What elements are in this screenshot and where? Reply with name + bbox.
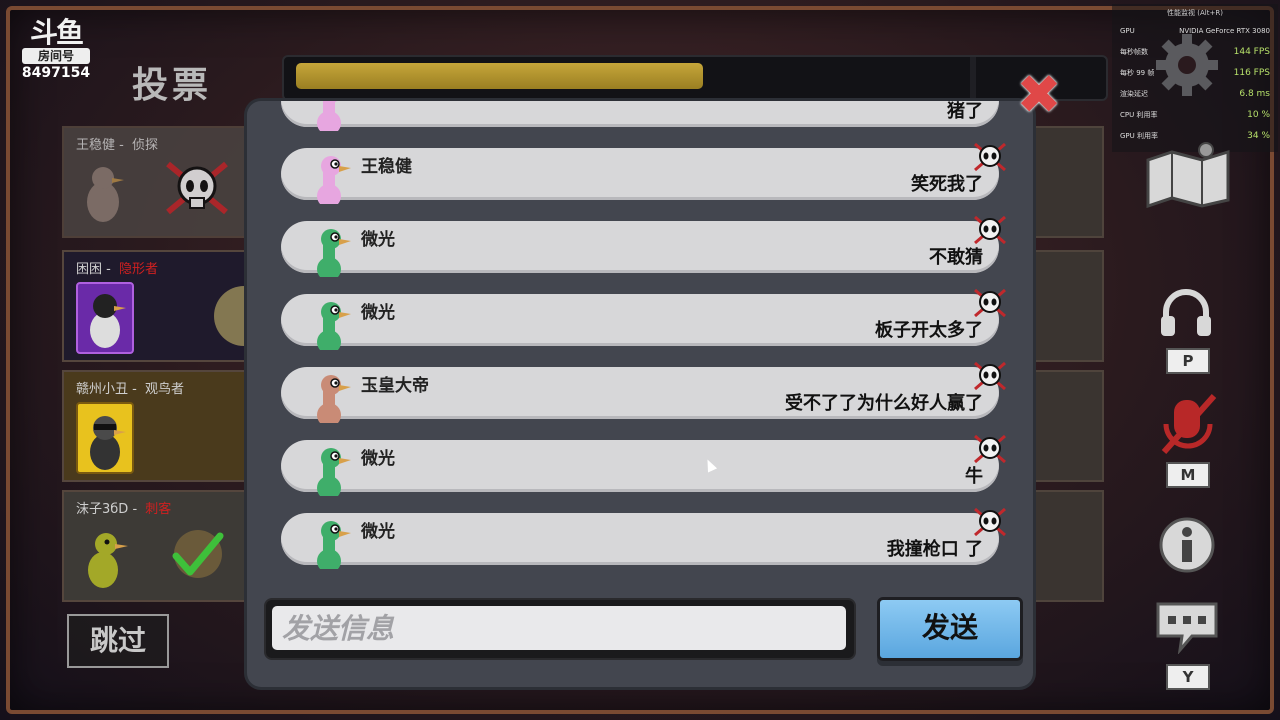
message-username: 微光 <box>361 230 395 250</box>
vote-timer-fill <box>296 63 704 89</box>
player-card-partial[interactable] <box>1030 250 1104 362</box>
map-icon[interactable] <box>1142 140 1234 210</box>
message-text: 受不了了为什么好人赢了 <box>785 393 983 414</box>
chat-message-input[interactable] <box>272 606 846 650</box>
info-icon[interactable] <box>1158 516 1216 574</box>
player-role: 侦探 <box>131 138 158 153</box>
message-username: 王稳健 <box>361 157 412 177</box>
message-username: 微光 <box>361 522 395 542</box>
voted-check-icon <box>172 530 224 578</box>
player-card-partial[interactable] <box>1030 126 1104 238</box>
chat-dialog: 猪了 王稳健 笑死我了 微光 不敢猜 微光 板子开太多了 玉皇大帝 受不了了为什么好人赢了 微光牛… <box>247 101 1033 687</box>
room-id: 8497154 <box>21 65 91 81</box>
skip-vote-button[interactable]: 跳过 <box>67 614 169 668</box>
chat-message: 王稳健 笑死我了 <box>281 142 1006 204</box>
chat-message: 微光牛 <box>281 434 1006 496</box>
close-chat-button[interactable]: ✖ <box>1014 68 1064 122</box>
settings-gear-icon[interactable] <box>1152 30 1222 100</box>
skull-badge-icon <box>974 142 1006 172</box>
timer-notch <box>970 57 976 99</box>
goose-portrait <box>76 282 134 354</box>
skull-badge-icon <box>974 215 1006 245</box>
goose-avatar <box>317 229 351 277</box>
goose-portrait <box>88 533 128 588</box>
player-card-partial[interactable] <box>1030 370 1104 482</box>
perf-row: CPU 利用率 10 % <box>1120 109 1270 120</box>
player-name: 沫子3бD <box>76 502 129 517</box>
player-role: 隐形者 <box>118 262 158 277</box>
dead-skull-icon <box>166 161 228 215</box>
chat-message: 微光 不敢猜 <box>281 215 1006 277</box>
skull-badge-icon <box>974 361 1006 391</box>
chat-input-frame <box>264 598 856 660</box>
skull-badge-icon <box>974 507 1006 537</box>
goose-avatar <box>317 375 351 423</box>
headphones-icon[interactable] <box>1158 286 1214 338</box>
player-name: 王稳健 <box>76 138 116 153</box>
vote-title: 投票 <box>132 65 213 106</box>
goose-avatar <box>317 302 351 350</box>
goose-avatar <box>317 448 351 496</box>
player-card-partial[interactable] <box>1030 490 1104 602</box>
player-name: 赣州小丑 <box>76 382 129 397</box>
message-username: 玉皇大帝 <box>361 376 429 396</box>
chat-message: 猪了 <box>281 101 999 131</box>
chat-bubble-icon[interactable] <box>1154 598 1220 654</box>
message-username: 微光 <box>361 303 395 323</box>
goose-portrait <box>76 402 134 474</box>
streamer-logo: 斗鱼 房间号 8497154 <box>20 18 92 82</box>
player-role: 观鸟者 <box>144 382 184 397</box>
room-label: 房间号 <box>22 48 90 64</box>
message-text: 我撞枪口 了 <box>886 539 983 560</box>
voice-key-hint: P <box>1166 348 1210 374</box>
chat-message-list[interactable]: 猪了 王稳健 笑死我了 微光 不敢猜 微光 板子开太多了 玉皇大帝 受不了了为什么好人赢了 微光牛… <box>277 101 1007 581</box>
player-card[interactable]: 沫子3бD - 刺客 <box>62 490 256 602</box>
send-button[interactable]: 发送 <box>877 597 1023 661</box>
skull-badge-icon <box>974 434 1006 464</box>
message-text: 板子开太多了 <box>875 320 983 341</box>
chat-message: 微光我撞枪口 了 <box>281 507 1006 569</box>
player-card[interactable]: 王稳健 - 侦探 <box>62 126 256 238</box>
mic-muted-icon[interactable] <box>1156 392 1220 458</box>
mic-key-hint: M <box>1166 462 1210 488</box>
message-text: 猪了 <box>947 101 983 122</box>
overlay-header: 性能监视 (Alt+R) <box>1167 9 1223 17</box>
message-username: 微光 <box>361 449 395 469</box>
chat-key-hint: Y <box>1166 664 1210 690</box>
player-name: 困困 <box>76 262 103 277</box>
vote-timer-bar <box>282 55 1108 101</box>
chat-message: 微光板子开太多了 <box>281 288 1006 350</box>
goose-avatar <box>317 101 341 131</box>
player-card[interactable]: 赣州小丑 - 观鸟者 <box>62 370 256 482</box>
goose-avatar <box>317 156 351 204</box>
player-role: 刺客 <box>145 502 172 517</box>
player-card[interactable]: 困困 - 隐形者 <box>62 250 256 362</box>
goose-portrait <box>87 167 124 222</box>
brand-logo: 斗鱼 <box>29 16 84 49</box>
chat-message: 玉皇大帝受不了了为什么好人赢了 <box>281 361 1006 423</box>
skull-badge-icon <box>974 288 1006 318</box>
goose-avatar <box>317 521 351 569</box>
